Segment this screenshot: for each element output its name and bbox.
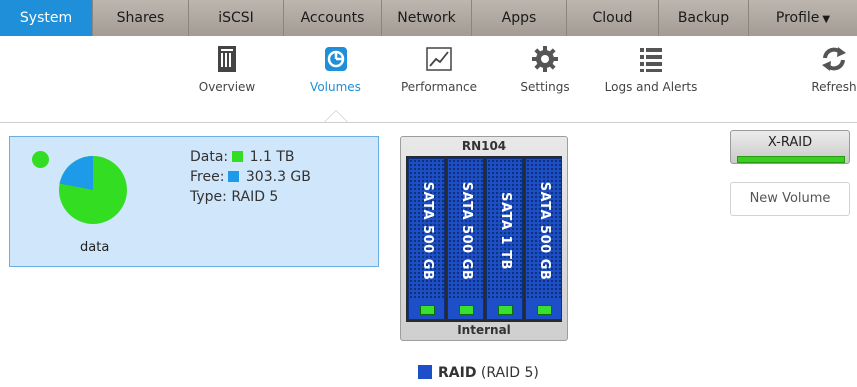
drive-label: SATA 500 GB: [420, 181, 435, 281]
tab-system-label: System: [19, 10, 73, 26]
toolbar-volumes-label: Volumes: [310, 80, 361, 94]
toolbar-overview-label: Overview: [198, 80, 256, 94]
nas-device: RN104 SATA 500 GB SATA 500 GB SATA 1 TB …: [400, 136, 568, 341]
toolbar-settings-label: Settings: [520, 80, 570, 94]
drive-led-icon: [420, 305, 435, 315]
raid-legend-detail: (RAID 5): [480, 365, 539, 381]
volume-card[interactable]: data Data: 1.1 TB Free: 303.3 GB Type: R…: [9, 136, 379, 267]
tab-apps-label: Apps: [501, 10, 537, 26]
volume-type-row: Type: RAID 5: [190, 187, 311, 207]
gear-icon: [532, 46, 558, 72]
volume-info: Data: 1.1 TB Free: 303.3 GB Type: RAID 5: [190, 147, 311, 207]
refresh-icon: [822, 47, 846, 71]
tab-profile-label: Profile: [775, 10, 820, 26]
list-icon: [640, 48, 662, 72]
top-navigation: System Shares iSCSI Accounts Network App…: [0, 0, 857, 36]
device-location: Internal: [457, 323, 511, 337]
volume-free-value: 303.3 GB: [245, 169, 311, 185]
tab-iscsi-label: iSCSI: [218, 10, 254, 26]
sub-toolbar: Overview Volumes Performance Settings Lo…: [0, 36, 857, 123]
raid-swatch-icon: [418, 365, 432, 379]
xraid-label: X-RAID: [767, 135, 813, 150]
volume-data-label: Data:: [190, 149, 229, 165]
new-volume-button[interactable]: New Volume: [730, 182, 850, 216]
toolbar-settings[interactable]: Settings: [515, 44, 575, 94]
drive-led-icon: [537, 305, 552, 315]
tab-shares[interactable]: Shares: [93, 0, 189, 36]
tab-backup[interactable]: Backup: [659, 0, 749, 36]
raid-legend[interactable]: RAID (RAID 5): [418, 365, 539, 381]
drive-led-icon: [498, 305, 513, 315]
drive-bays: SATA 500 GB SATA 500 GB SATA 1 TB SATA 5…: [406, 156, 562, 322]
volume-type-label: Type:: [190, 189, 227, 205]
volume-data-value: 1.1 TB: [249, 149, 295, 165]
tab-accounts[interactable]: Accounts: [284, 0, 382, 36]
tab-network[interactable]: Network: [382, 0, 472, 36]
raid-legend-name: RAID: [438, 365, 477, 381]
tab-profile[interactable]: Profile ▼: [749, 0, 857, 36]
volume-usage-pie: [59, 156, 127, 224]
toolbar-performance-label: Performance: [400, 80, 478, 94]
drive-bay-4[interactable]: SATA 500 GB: [525, 158, 562, 320]
tab-cloud-label: Cloud: [592, 10, 633, 26]
chevron-down-icon: ▼: [822, 14, 831, 25]
free-swatch-icon: [228, 171, 240, 182]
volumes-icon: [324, 47, 347, 71]
drive-label: SATA 500 GB: [459, 181, 474, 281]
data-swatch-icon: [232, 151, 244, 162]
xraid-status-bar: [737, 156, 845, 163]
volume-type-value: RAID 5: [231, 189, 279, 205]
volume-free-label: Free:: [190, 169, 225, 185]
tab-cloud[interactable]: Cloud: [567, 0, 659, 36]
xraid-button[interactable]: X-RAID: [730, 130, 850, 164]
tab-shares-label: Shares: [116, 10, 165, 26]
toolbar-logs-and-alerts-label: Logs and Alerts: [604, 80, 698, 94]
tab-network-label: Network: [397, 10, 456, 26]
performance-icon: [426, 47, 452, 71]
tab-apps[interactable]: Apps: [472, 0, 567, 36]
active-tab-pointer: [325, 111, 347, 122]
tab-backup-label: Backup: [677, 10, 730, 26]
overview-icon: [218, 46, 236, 72]
toolbar-overview[interactable]: Overview: [192, 44, 262, 94]
drive-label: SATA 500 GB: [537, 181, 552, 281]
volume-status-icon: [32, 151, 49, 168]
device-model: RN104: [461, 139, 507, 153]
volume-data-row: Data: 1.1 TB: [190, 147, 311, 167]
drive-bay-2[interactable]: SATA 500 GB: [447, 158, 484, 320]
volume-name: data: [80, 240, 110, 255]
toolbar-refresh[interactable]: Refresh: [808, 44, 857, 94]
drive-led-icon: [459, 305, 474, 315]
drive-label: SATA 1 TB: [498, 192, 513, 270]
toolbar-logs-and-alerts[interactable]: Logs and Alerts: [595, 44, 707, 94]
toolbar-refresh-label: Refresh: [811, 80, 857, 94]
volume-free-row: Free: 303.3 GB: [190, 167, 311, 187]
tab-iscsi[interactable]: iSCSI: [189, 0, 284, 36]
tab-accounts-label: Accounts: [300, 10, 365, 26]
toolbar-volumes[interactable]: Volumes: [303, 44, 368, 94]
tab-system[interactable]: System: [0, 0, 93, 36]
toolbar-performance[interactable]: Performance: [396, 44, 482, 94]
drive-bay-3[interactable]: SATA 1 TB: [486, 158, 523, 320]
drive-bay-1[interactable]: SATA 500 GB: [408, 158, 445, 320]
